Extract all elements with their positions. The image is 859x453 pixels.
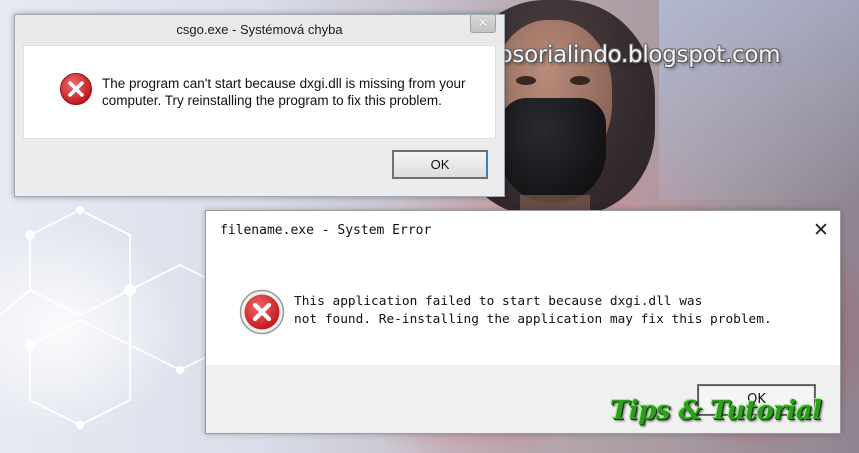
dialog-title: filename.exe - System Error bbox=[220, 223, 432, 238]
dialog-body: The program can't start because dxgi.dll… bbox=[23, 45, 496, 139]
close-button[interactable]: ✕ bbox=[470, 15, 496, 33]
close-button[interactable]: ✕ bbox=[810, 219, 832, 241]
error-icon bbox=[60, 73, 92, 105]
error-icon bbox=[239, 289, 285, 335]
watermark-tips: Tips & Tutorial bbox=[610, 396, 822, 426]
background-glow-topright bbox=[659, 0, 859, 200]
person-eye-left bbox=[516, 76, 536, 85]
person-face-mask bbox=[500, 98, 606, 203]
dialog-title: csgo.exe - Systémová chyba bbox=[176, 22, 343, 37]
dialog-titlebar: csgo.exe - Systémová chyba ✕ bbox=[15, 15, 504, 44]
dialog-message: This application failed to start because… bbox=[294, 294, 772, 327]
dialog-message: The program can't start because dxgi.dll… bbox=[102, 76, 466, 108]
ok-button[interactable]: OK bbox=[392, 150, 488, 179]
person-eye-right bbox=[570, 76, 590, 85]
error-dialog-czech: csgo.exe - Systémová chyba ✕ The program… bbox=[14, 14, 505, 197]
